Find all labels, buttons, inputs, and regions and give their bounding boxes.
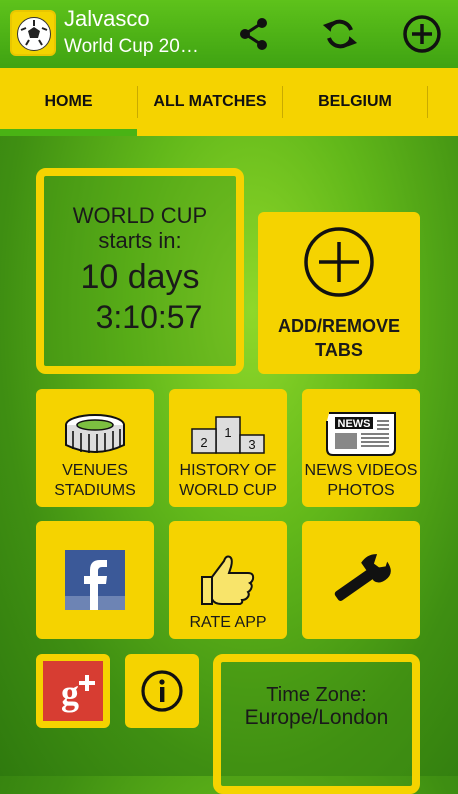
news-label-1: NEWS VIDEOS <box>304 462 418 479</box>
refresh-icon[interactable] <box>320 14 360 54</box>
add-remove-tabs-button[interactable]: ADD/REMOVE TABS <box>258 212 420 374</box>
facebook-icon <box>65 550 125 610</box>
app-title: Jalvasco <box>64 6 150 31</box>
timezone-title: Time Zone: <box>266 684 367 706</box>
newspaper-icon: NEWS <box>326 412 396 456</box>
countdown-time: 3:10:57 <box>95 299 203 335</box>
countdown-subtitle: starts in: <box>98 228 182 253</box>
svg-text:g: g <box>61 673 79 713</box>
tab-selected-indicator <box>0 129 137 136</box>
tab-divider <box>427 86 428 118</box>
app-bar: Jalvasco World Cup 20… <box>0 0 458 68</box>
add-circle-icon[interactable] <box>402 14 442 54</box>
google-plus-icon: g <box>43 661 103 721</box>
app-subtitle: World Cup 20… <box>64 36 199 57</box>
timezone-value: Europe/London <box>244 706 389 729</box>
venues-stadiums-button[interactable]: VENUES STADIUMS <box>36 389 154 507</box>
countdown-title: WORLD CUP <box>72 203 208 228</box>
news-label-2: PHOTOS <box>327 482 395 499</box>
countdown-days: 10 days <box>80 258 200 296</box>
news-label: NEWS VIDEOS PHOTOS <box>305 461 418 501</box>
history-label: HISTORY OF WORLD CUP <box>179 461 277 501</box>
stadium-icon <box>65 414 125 453</box>
venues-label-2: STADIUMS <box>54 482 136 499</box>
add-remove-label-2: TABS <box>315 340 363 360</box>
add-circle-icon <box>304 227 374 297</box>
podium-icon: 2 1 3 <box>191 416 265 454</box>
tab-belgium[interactable]: BELGIUM <box>283 68 427 136</box>
tab-home[interactable]: HOME <box>0 68 137 136</box>
podium-second: 2 <box>200 435 207 450</box>
google-plus-button[interactable]: g <box>36 654 110 728</box>
tab-all-matches[interactable]: ALL MATCHES <box>138 68 282 136</box>
timezone-card[interactable]: Time Zone: Europe/London <box>213 654 420 794</box>
soccer-ball-icon <box>17 17 51 51</box>
info-button[interactable] <box>125 654 199 728</box>
history-button[interactable]: 2 1 3 HISTORY OF WORLD CUP <box>169 389 287 507</box>
countdown-card[interactable]: WORLD CUP starts in: 10 days 3:10:57 <box>36 168 244 374</box>
settings-button[interactable] <box>302 521 420 639</box>
tab-bar: HOME ALL MATCHES BELGIUM <box>0 68 458 136</box>
podium-first: 1 <box>224 425 231 440</box>
podium-third: 3 <box>248 437 255 452</box>
news-videos-photos-button[interactable]: NEWS NEWS VIDEOS PHOTOS <box>302 389 420 507</box>
venues-label: VENUES STADIUMS <box>54 461 135 501</box>
rate-app-button[interactable]: RATE APP <box>169 521 287 639</box>
facebook-button[interactable] <box>36 521 154 639</box>
add-remove-label-1: ADD/REMOVE <box>277 316 400 336</box>
share-icon[interactable] <box>234 14 274 54</box>
history-label-1: HISTORY OF <box>179 462 277 479</box>
venues-label-1: VENUES <box>62 462 128 479</box>
thumbs-up-icon <box>201 555 255 605</box>
wrench-icon <box>334 554 391 601</box>
news-badge-text: NEWS <box>338 418 371 430</box>
history-label-2: WORLD CUP <box>179 482 277 499</box>
info-icon <box>141 670 183 712</box>
app-logo-icon[interactable] <box>10 10 56 56</box>
rate-app-label: RATE APP <box>189 614 267 631</box>
